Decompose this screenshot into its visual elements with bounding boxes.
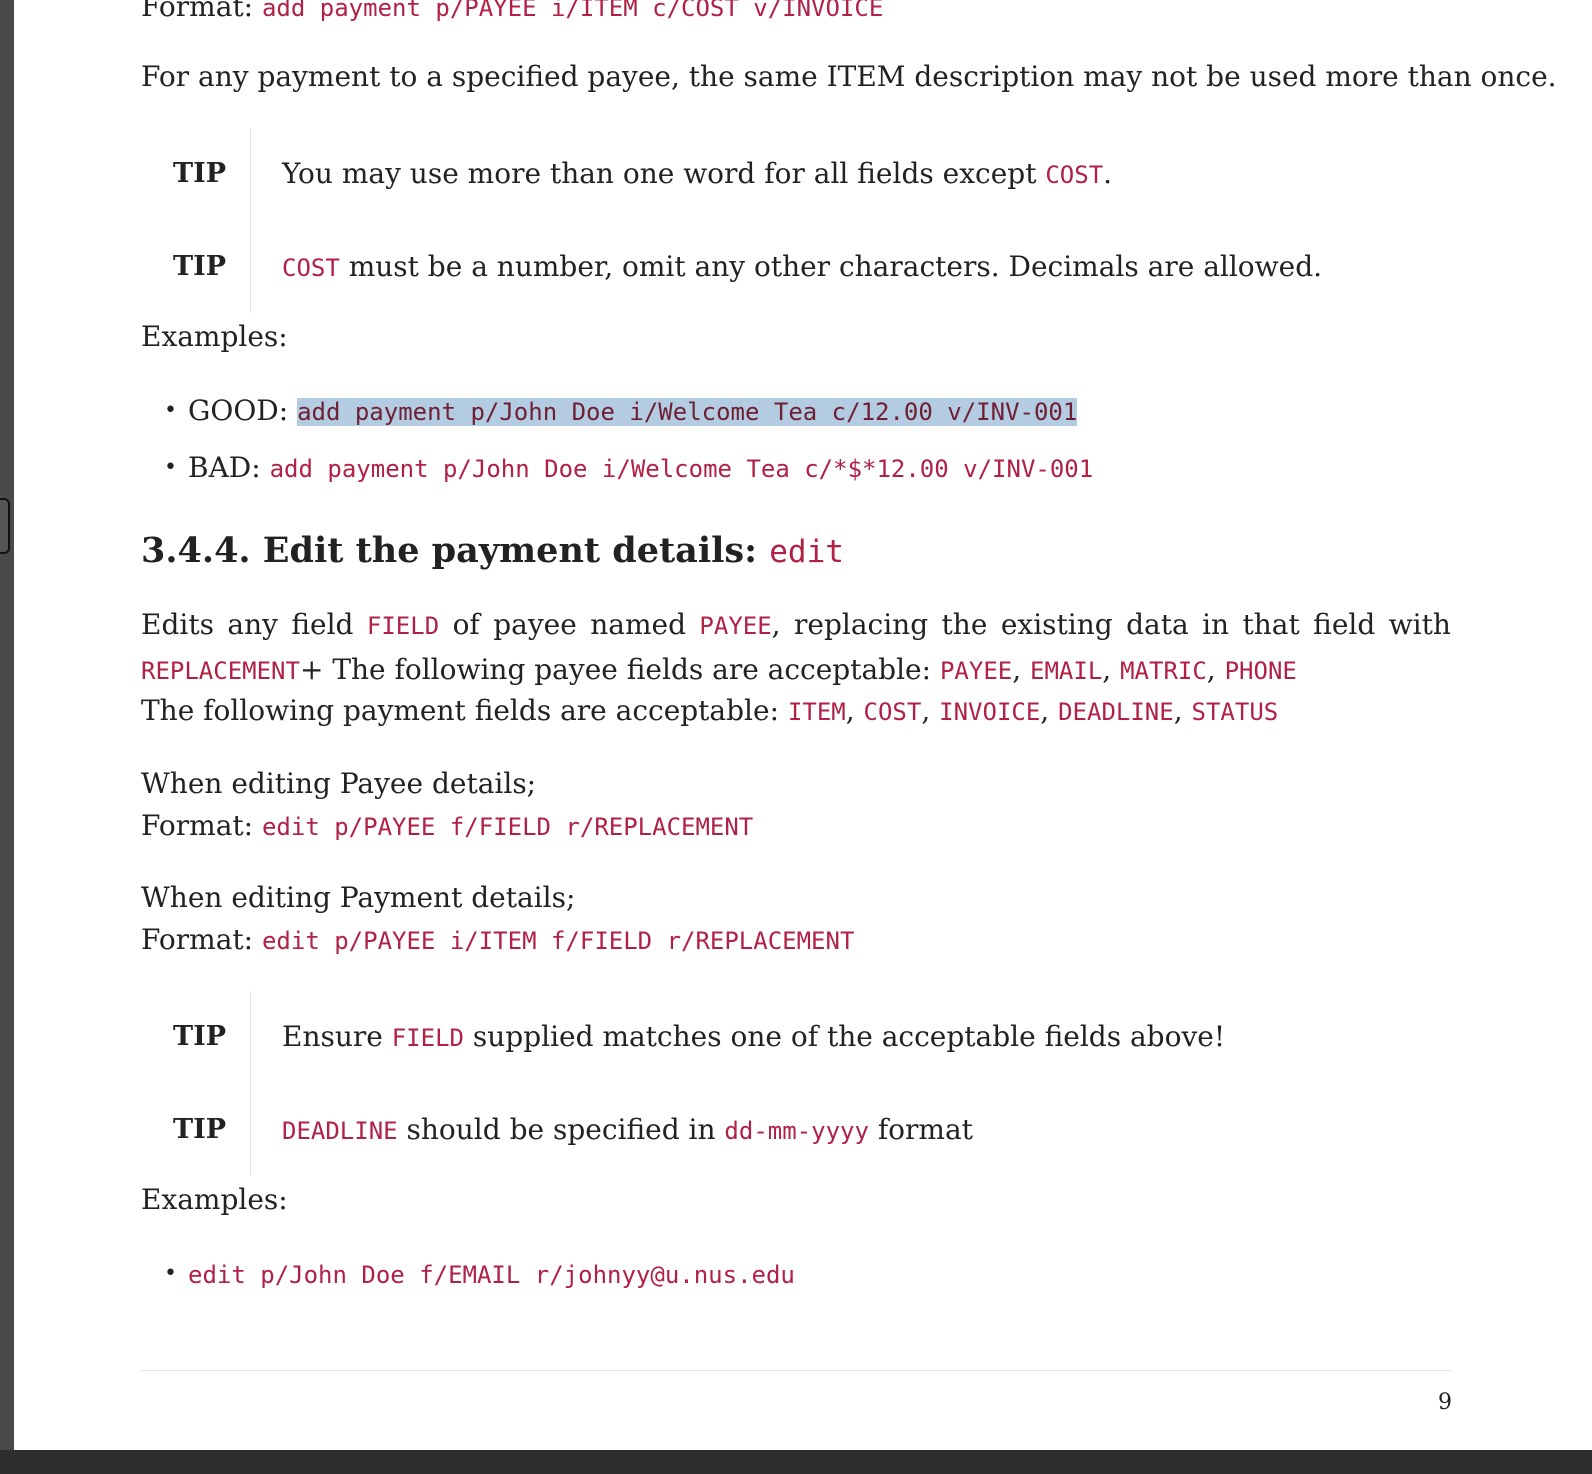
edit-description-line-3: The following payment fields are accepta… [141, 694, 1279, 727]
format-code: edit p/PAYEE i/ITEM f/FIELD r/REPLACEMEN… [261, 927, 855, 955]
example-good: GOOD: add payment p/John Doe i/Welcome T… [188, 390, 1078, 433]
format-line-add-payment: Format: add payment p/PAYEE i/ITEM c/COS… [141, 0, 883, 29]
example-edit: edit p/John Doe f/EMAIL r/johnyy@u.nus.e… [188, 1253, 795, 1296]
tip-label: TIP [173, 1021, 227, 1052]
bullet-dot: • [164, 1261, 177, 1286]
tip-code: dd-mm-yyyy [724, 1117, 869, 1145]
tip-code: FIELD [391, 1024, 464, 1052]
inline-code: ITEM [787, 698, 846, 726]
example-prefix: GOOD: [188, 394, 298, 427]
format-label: Format: [141, 923, 254, 956]
word: payee [493, 608, 577, 641]
tip-label: TIP [173, 158, 227, 189]
format-code: add payment p/PAYEE i/ITEM c/COST v/INVO… [261, 0, 884, 22]
tip-text: You may use more than one word for all f… [282, 128, 1112, 220]
example-code-selected[interactable]: add payment p/John Doe i/Welcome Tea c/1… [297, 398, 1078, 426]
tip-code: COST [1045, 161, 1104, 189]
page-number: 9 [1438, 1390, 1452, 1415]
bullet-dot: • [164, 398, 177, 423]
inline-code: PAYEE [699, 612, 772, 640]
word: replacing [794, 608, 929, 641]
inline-code: MATRIC [1120, 657, 1207, 685]
word: of [452, 608, 480, 641]
item-rule-paragraph: For any payment to a specified payee, th… [141, 60, 1557, 93]
format-label: Format: [141, 0, 254, 23]
tip-text-part: format [868, 1113, 973, 1146]
tip-label: TIP [173, 1114, 227, 1145]
examples-label: Examples: [141, 320, 288, 353]
word: the [941, 608, 988, 641]
payment-edit-format: Format: edit p/PAYEE i/ITEM f/FIELD r/RE… [141, 919, 854, 962]
tip-divider [250, 128, 251, 220]
inline-code: FIELD [366, 612, 440, 640]
payee-edit-intro: When editing Payee details; [141, 767, 537, 800]
edit-description-line-1: Edits any field FIELD of payee named PAY… [141, 608, 1451, 641]
section-heading: 3.4.4. Edit the payment details: edit [141, 530, 844, 571]
example-bad: BAD: add payment p/John Doe i/Welcome Te… [188, 447, 1093, 490]
inline-code: STATUS [1191, 698, 1279, 726]
example-code: edit p/John Doe f/EMAIL r/johnyy@u.nus.e… [188, 1261, 795, 1289]
inline-code: PHONE [1224, 657, 1297, 685]
word: named [590, 608, 686, 641]
footer-divider [141, 1370, 1451, 1371]
word: with [1388, 608, 1451, 641]
bottom-edge [0, 1450, 1592, 1474]
word-group: PAYEE, [699, 608, 780, 641]
format-label: Format: [141, 809, 254, 842]
word: , [771, 608, 781, 641]
tip-text-part: supplied matches one of the acceptable f… [463, 1020, 1226, 1053]
tip-text-part: . [1103, 157, 1113, 190]
payment-edit-intro: When editing Payment details; [141, 881, 576, 914]
section-code: edit [769, 534, 844, 570]
word: existing [1000, 608, 1113, 641]
word: that [1242, 608, 1300, 641]
word: data [1126, 608, 1189, 641]
format-code: edit p/PAYEE f/FIELD r/REPLACEMENT [261, 813, 754, 841]
tip-divider [250, 991, 251, 1083]
word: field [1313, 608, 1376, 641]
word: in [1202, 608, 1230, 641]
tip-label: TIP [173, 251, 227, 282]
text: The following payment fields are accepta… [141, 694, 788, 727]
tip-text: COST must be a number, omit any other ch… [282, 221, 1322, 313]
inline-code: COST [863, 698, 922, 726]
tip-code: DEADLINE [282, 1117, 398, 1145]
tip-divider [250, 221, 251, 313]
example-prefix: BAD: [188, 451, 270, 484]
inline-code: DEADLINE [1058, 698, 1174, 726]
tip-divider [250, 1084, 251, 1176]
inline-code: PAYEE [939, 657, 1013, 685]
payee-edit-format: Format: edit p/PAYEE f/FIELD r/REPLACEME… [141, 805, 753, 848]
word: field [291, 608, 354, 641]
tip-text-part: should be specified in [397, 1113, 725, 1146]
inline-code: REPLACEMENT [141, 657, 300, 685]
example-code: add payment p/John Doe i/Welcome Tea c/*… [269, 455, 1094, 483]
inline-code: EMAIL [1030, 657, 1103, 685]
bullet-dot: • [164, 455, 177, 480]
tip-text-part: Ensure [282, 1020, 392, 1053]
tip-code: COST [282, 254, 340, 282]
edit-description-line-2: REPLACEMENT+ The following payee fields … [141, 653, 1297, 686]
sidebar-resize-handle[interactable] [0, 498, 10, 554]
examples-label: Examples: [141, 1183, 288, 1216]
section-title: 3.4.4. Edit the payment details: [141, 530, 770, 571]
left-sidebar [0, 0, 14, 1474]
document-page: Format: add payment p/PAYEE i/ITEM c/COS… [14, 0, 1592, 1450]
tip-text-part: must be a number, omit any other charact… [339, 250, 1323, 283]
word: Edits [141, 608, 214, 641]
inline-code: INVOICE [939, 698, 1041, 726]
tip-text: DEADLINE should be specified in dd-mm-yy… [282, 1084, 973, 1176]
tip-text: Ensure FIELD supplied matches one of the… [282, 991, 1225, 1083]
tip-text-part: You may use more than one word for all f… [282, 157, 1046, 190]
text: + The following payee fields are accepta… [299, 653, 940, 686]
word: any [227, 608, 278, 641]
